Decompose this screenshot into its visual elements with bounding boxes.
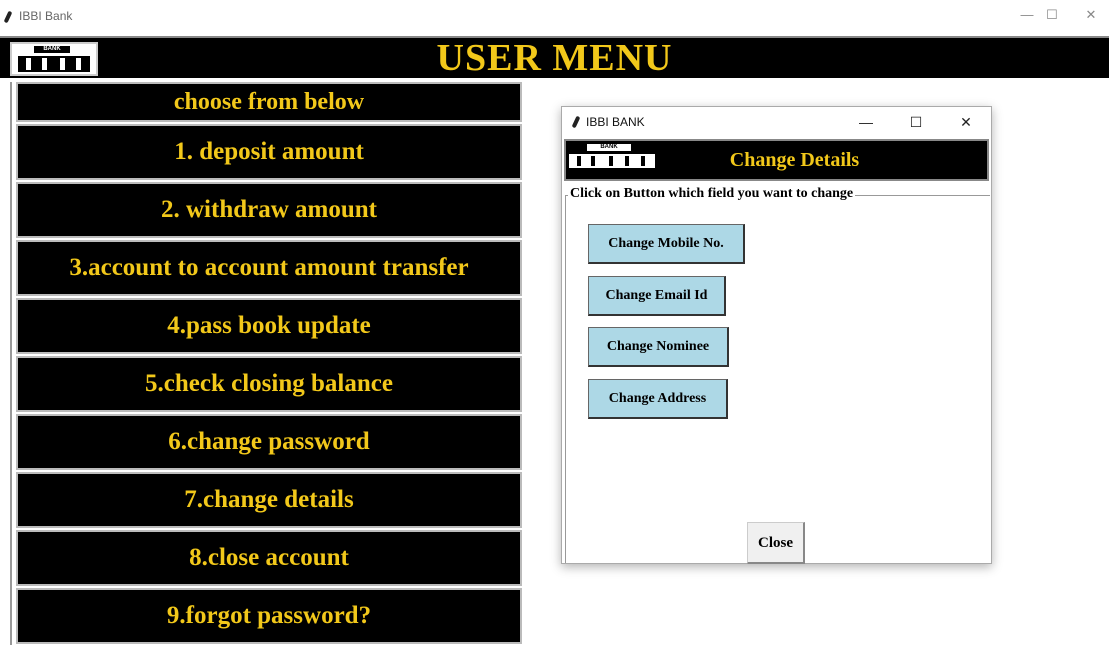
close-window-button[interactable]: ✕ [1079, 5, 1103, 25]
window-title: IBBI Bank [19, 9, 73, 23]
menu-heading: choose from below [16, 82, 522, 122]
page-title: USER MENU [436, 37, 673, 79]
dialog-title: IBBI BANK [586, 115, 645, 129]
change-nominee-button[interactable]: Change Nominee [588, 327, 729, 367]
dialog-titlebar: IBBI BANK — ☐ ✕ [562, 107, 991, 137]
menu-item-transfer[interactable]: 3.account to account amount transfer [16, 240, 522, 296]
dialog-close-button[interactable]: ✕ [952, 112, 980, 132]
menu-item-withdraw[interactable]: 2. withdraw amount [16, 182, 522, 238]
dialog-maximize-button[interactable]: ☐ [902, 112, 930, 132]
close-button[interactable]: Close [747, 522, 805, 564]
dialog-minimize-button[interactable]: — [852, 112, 880, 132]
feather-icon [571, 115, 581, 129]
dialog-banner: BANK Change Details [564, 139, 989, 181]
change-address-button[interactable]: Change Address [588, 379, 728, 419]
feather-icon [3, 10, 13, 24]
menu-item-balance[interactable]: 5.check closing balance [16, 356, 522, 412]
menu-item-deposit[interactable]: 1. deposit amount [16, 124, 522, 180]
change-email-button[interactable]: Change Email Id [588, 276, 726, 316]
header-banner: BANK USER MENU [0, 36, 1109, 79]
group-label: Click on Button which field you want to … [568, 186, 856, 202]
change-mobile-button[interactable]: Change Mobile No. [588, 224, 745, 264]
minimize-button[interactable]: — [1015, 5, 1039, 25]
change-details-dialog: IBBI BANK — ☐ ✕ BANK Change Details Clic… [561, 106, 992, 564]
menu-item-forgot-password[interactable]: 9.forgot password? [16, 588, 522, 644]
menu-item-passbook[interactable]: 4.pass book update [16, 298, 522, 354]
change-fields-group: Click on Button which field you want to … [565, 186, 990, 563]
user-menu: choose from below 1. deposit amount 2. w… [10, 82, 528, 645]
dialog-heading: Change Details [729, 149, 860, 171]
menu-item-close-account[interactable]: 8.close account [16, 530, 522, 586]
window-titlebar: IBBI Bank — ☐ ✕ [0, 0, 1109, 34]
maximize-button[interactable]: ☐ [1040, 5, 1064, 25]
menu-item-change-password[interactable]: 6.change password [16, 414, 522, 470]
menu-item-change-details[interactable]: 7.change details [16, 472, 522, 528]
